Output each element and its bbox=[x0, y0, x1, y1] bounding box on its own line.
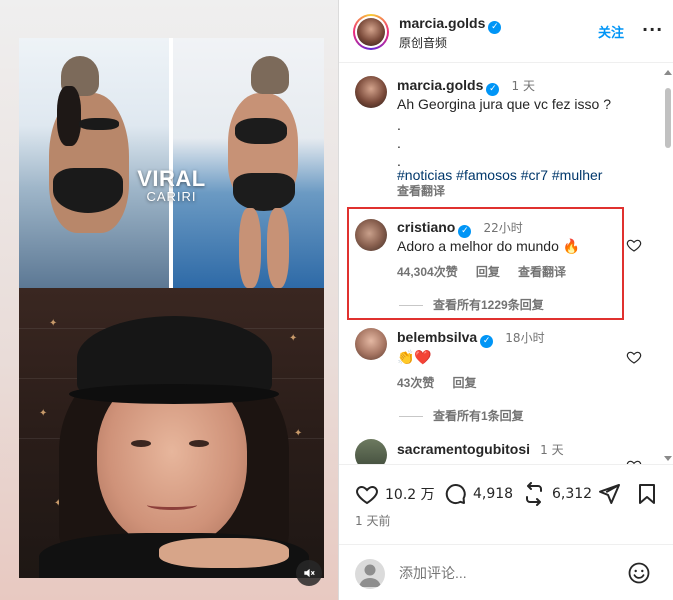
verified-icon: ✓ bbox=[480, 335, 494, 348]
comment-count[interactable]: 4,918 bbox=[473, 486, 513, 502]
scroll-thumb[interactable] bbox=[665, 88, 671, 148]
comment-text: 👏❤️ bbox=[397, 349, 432, 365]
caption-text: Ah Georgina jura que vc fez isso ? bbox=[397, 96, 612, 112]
author-username[interactable]: marcia.golds bbox=[399, 15, 485, 31]
repost-icon[interactable] bbox=[522, 482, 546, 506]
verified-icon: ✓ bbox=[488, 21, 502, 34]
verified-icon: ✓ bbox=[486, 83, 500, 96]
comment-username[interactable]: sacramentogubitosi bbox=[397, 441, 530, 457]
video-bottom-pane: ✦ ✦ ✦ ✦ ✦ bbox=[19, 288, 324, 578]
verified-icon: ✓ bbox=[458, 225, 472, 238]
caption-time[interactable]: 1 天 bbox=[512, 79, 535, 93]
comments-scrollbar[interactable] bbox=[664, 66, 672, 464]
share-send-icon[interactable] bbox=[597, 482, 621, 506]
comments-list: marcia.golds ✓ 1 天 Ah Georgina jura que v… bbox=[339, 64, 673, 464]
comment-bubble-icon[interactable] bbox=[443, 482, 467, 506]
translate-link[interactable]: 查看翻译 bbox=[518, 265, 566, 279]
viral-overlay: VIRAL CARIRI bbox=[19, 166, 324, 204]
comment-username[interactable]: cristiano bbox=[397, 219, 455, 235]
caption-avatar[interactable] bbox=[355, 76, 387, 108]
comment-time[interactable]: 18小时 bbox=[505, 331, 544, 345]
follow-button[interactable]: 关注 bbox=[598, 22, 624, 41]
fire-emoji: 🔥 bbox=[562, 238, 581, 254]
caption-hashtags: #noticias #famosos #cr7 #mulher bbox=[397, 167, 602, 183]
like-count[interactable]: 10.2 万 bbox=[385, 484, 435, 504]
comment-avatar[interactable] bbox=[355, 328, 387, 360]
emoji-icon[interactable] bbox=[627, 561, 651, 585]
hashtag-link[interactable]: #famosos bbox=[456, 167, 517, 183]
comment-input[interactable] bbox=[399, 563, 609, 583]
speaker-muted-icon bbox=[304, 568, 315, 578]
video-pane-left bbox=[19, 38, 169, 288]
comment-time[interactable]: 22小时 bbox=[484, 221, 523, 235]
reel-video[interactable]: VIRAL CARIRI ✦ ✦ ✦ ✦ ✦ bbox=[19, 38, 324, 578]
overlay-subtitle: CARIRI bbox=[146, 189, 197, 204]
view-replies-link[interactable]: 查看所有1229条回复 bbox=[433, 298, 544, 312]
repost-count[interactable]: 6,312 bbox=[552, 486, 592, 502]
reply-button[interactable]: 回复 bbox=[476, 265, 500, 279]
bookmark-icon[interactable] bbox=[635, 482, 659, 506]
like-comment-icon[interactable] bbox=[626, 349, 642, 365]
like-heart-icon[interactable] bbox=[355, 482, 379, 506]
reply-button[interactable]: 回复 bbox=[453, 376, 477, 390]
current-user-avatar bbox=[355, 559, 385, 589]
video-pane-right bbox=[173, 38, 324, 288]
post-actions: 10.2 万 4,918 6,312 1 天前 bbox=[339, 464, 673, 554]
add-comment-bar bbox=[339, 544, 673, 600]
comment-text: Adoro a melhor do mundo 🔥 bbox=[397, 238, 581, 254]
comment-avatar[interactable] bbox=[355, 219, 387, 251]
scroll-down-arrow-icon[interactable] bbox=[664, 456, 672, 461]
hashtag-link[interactable]: #noticias bbox=[397, 167, 452, 183]
like-comment-icon[interactable] bbox=[626, 237, 642, 253]
mute-button[interactable] bbox=[296, 560, 322, 586]
post-panel: marcia.golds ✓ 原创音频 关注 ··· marcia.golds ✓ … bbox=[338, 0, 673, 600]
post-header: marcia.golds ✓ 原创音频 关注 ··· bbox=[339, 0, 673, 63]
caption-username[interactable]: marcia.golds bbox=[397, 77, 483, 93]
audio-label[interactable]: 原创音频 bbox=[399, 34, 447, 51]
comment-avatar[interactable] bbox=[355, 439, 387, 464]
more-options-button[interactable]: ··· bbox=[642, 20, 663, 39]
comment-likes[interactable]: 44,304次赞 bbox=[397, 265, 458, 279]
caption-dots: . . . bbox=[397, 117, 401, 169]
caption-translate-link[interactable]: 查看翻译 bbox=[397, 182, 445, 199]
author-avatar[interactable] bbox=[353, 14, 389, 50]
comment-likes[interactable]: 43次赞 bbox=[397, 376, 434, 390]
comment-username[interactable]: belembsilva bbox=[397, 329, 477, 345]
scroll-up-arrow-icon[interactable] bbox=[664, 70, 672, 75]
view-replies-link[interactable]: 查看所有1条回复 bbox=[433, 409, 524, 423]
video-top-split: VIRAL CARIRI bbox=[19, 38, 324, 288]
hashtag-link[interactable]: #cr7 bbox=[521, 167, 548, 183]
hashtag-link[interactable]: #mulher bbox=[552, 167, 603, 183]
post-timestamp[interactable]: 1 天前 bbox=[355, 512, 390, 529]
comment-time[interactable]: 1 天 bbox=[540, 443, 563, 457]
media-panel: VIRAL CARIRI ✦ ✦ ✦ ✦ ✦ bbox=[0, 0, 338, 600]
